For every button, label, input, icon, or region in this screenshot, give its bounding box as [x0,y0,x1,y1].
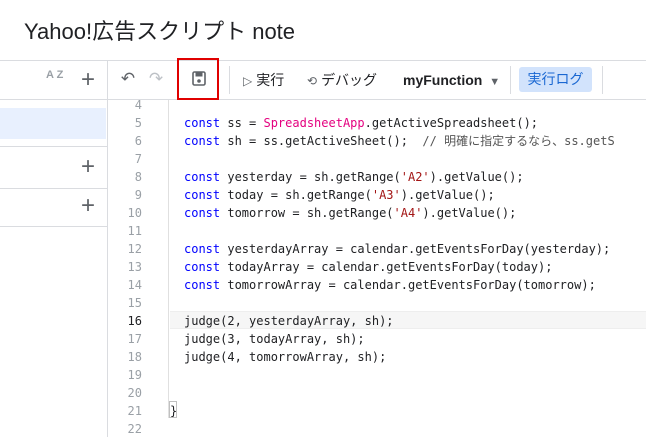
function-select-value: myFunction [403,72,483,88]
debug-button[interactable]: ⟲ デバッグ [307,69,377,91]
add-file-glyph: + [80,66,95,93]
undo-icon[interactable]: ↶ [118,69,138,89]
run-label: 実行 [256,72,285,88]
debug-icon: ⟲ [307,74,318,88]
line-number: 4 [134,98,142,112]
page-title: Yahoo!広告スクリプト note [24,19,296,44]
line-number: 21 [127,404,142,418]
sidebar-section-divider [0,146,107,147]
line-number: 22 [127,422,142,436]
code-line: const today = sh.getRange('A3').getValue… [184,188,495,202]
chevron-down-icon: ▼ [489,76,501,88]
line-number: 6 [134,134,142,148]
sidebar-section-divider-3 [0,226,107,227]
add-service-icon[interactable]: + [78,194,98,218]
gutter-divider [168,100,169,418]
toolbar-separator-2 [510,66,511,94]
line-number: 15 [127,296,142,310]
debug-label: デバッグ [321,72,378,88]
line-number: 10 [127,206,142,220]
add-library-icon[interactable]: + [78,155,98,179]
sort-az-icon[interactable]: A Z [46,70,66,90]
add-file-icon[interactable]: + [78,68,98,92]
line-number: 13 [127,260,142,274]
undo-glyph: ↶ [120,69,136,88]
code-line: judge(3, todayArray, sh); [184,332,365,346]
sort-az-label: A Z [46,69,64,81]
line-number: 9 [134,188,142,202]
code-line: const sh = ss.getActiveSheet(); // 明確に指定… [184,134,615,148]
function-select[interactable]: myFunction ▼ [403,69,500,91]
execution-log-button[interactable]: 実行ログ [519,67,592,92]
add-library-glyph: + [80,153,95,180]
code-line: const yesterdayArray = calendar.getEvent… [184,242,611,256]
line-number: 11 [127,224,142,238]
redo-icon[interactable]: ↷ [146,69,166,89]
code-line: judge(4, tomorrowArray, sh); [184,350,387,364]
save-icon[interactable] [192,71,206,86]
code-line: judge(2, yesterdayArray, sh); [184,314,394,328]
header-divider [0,60,646,61]
line-number: 12 [127,242,142,256]
toolbar-separator-1 [229,66,230,94]
line-number: 7 [134,152,142,166]
play-icon: ▷ [243,74,253,88]
sidebar-item-selected[interactable] [0,108,106,139]
run-button[interactable]: ▷ 実行 [243,69,284,91]
line-number-active: 16 [127,314,142,328]
code-line: } [170,404,178,418]
line-number: 8 [134,170,142,184]
code-line: const tomorrowArray = calendar.getEvents… [184,278,596,292]
code-line: const yesterday = sh.getRange('A2').getV… [184,170,524,184]
line-number: 19 [127,368,142,382]
sidebar-section-divider-2 [0,188,107,189]
code-line: const tomorrow = sh.getRange('A4').getVa… [184,206,517,220]
line-number: 5 [134,116,142,130]
redo-glyph: ↷ [148,69,164,88]
add-service-glyph: + [80,192,95,219]
line-number: 18 [127,350,142,364]
toolbar-separator-3 [602,66,603,94]
code-line: const todayArray = calendar.getEventsFor… [184,260,553,274]
line-number: 14 [127,278,142,292]
code-line: const ss = SpreadsheetApp.getActiveSprea… [184,116,539,130]
line-number: 17 [127,332,142,346]
line-number: 20 [127,386,142,400]
